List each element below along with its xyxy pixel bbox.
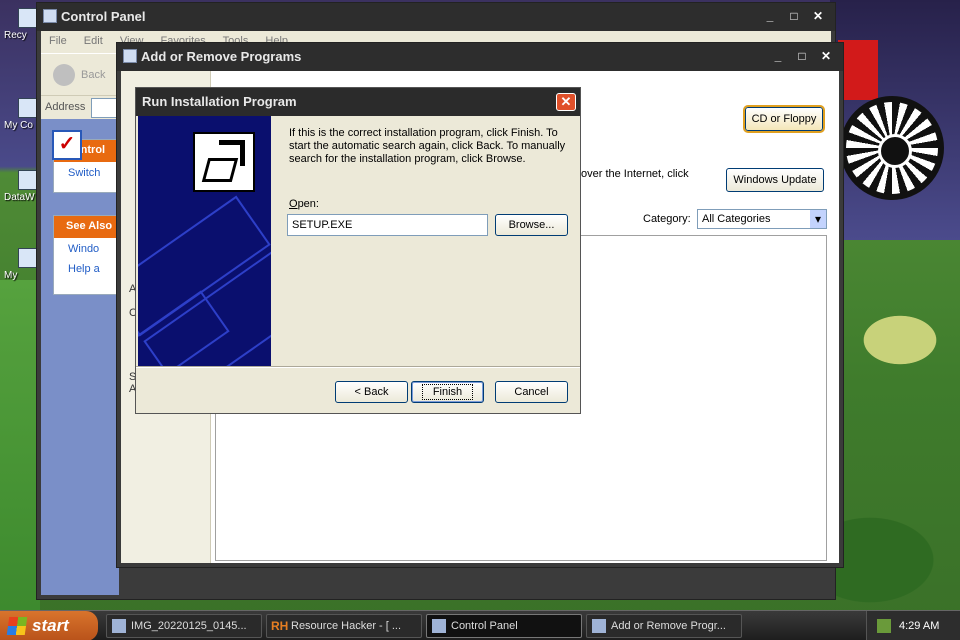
maximize-button[interactable]: □ [793, 49, 811, 65]
taskbar-item-resource-hacker[interactable]: RH Resource Hacker - [ ... [266, 614, 422, 638]
desktop-icon-my[interactable]: My [4, 248, 38, 281]
menu-file[interactable]: File [49, 35, 67, 47]
control-panel-titlebar[interactable]: Control Panel _ □ ✕ [37, 3, 835, 31]
taskbar: start IMG_20220125_0145... RH Resource Ha… [0, 610, 960, 640]
menu-edit[interactable]: Edit [84, 35, 103, 47]
taskbar-item-image[interactable]: IMG_20220125_0145... [106, 614, 262, 638]
system-tray: 4:29 AM [866, 611, 960, 640]
address-label: Address [45, 101, 86, 113]
task-sidebar: Control Switch See Also Windo Help a [41, 119, 119, 595]
control-panel-icon [432, 619, 446, 633]
back-arrow-icon [53, 64, 75, 86]
control-panel-icon [43, 9, 57, 23]
desktop-icon-my-computer[interactable]: My Co [4, 98, 38, 131]
finish-label: Finish [421, 384, 474, 400]
shortcut-icon [18, 248, 38, 268]
browse-button[interactable]: Browse... [495, 214, 568, 236]
dialog-message: If this is the correct installation prog… [289, 127, 566, 165]
category-value: All Categories [702, 213, 771, 225]
category-label: Category: [643, 213, 691, 225]
cd-or-floppy-button[interactable]: CD or Floppy [743, 105, 825, 133]
wizard-banner [138, 116, 271, 366]
desktop-icon-recycle[interactable]: Recy [4, 8, 38, 41]
close-button[interactable]: ✕ [817, 49, 835, 65]
back-button[interactable]: Back [53, 64, 105, 86]
see-also-pane: See Also Windo Help a [53, 215, 119, 295]
install-icon [193, 132, 255, 192]
start-button[interactable]: start [0, 611, 98, 640]
add-remove-titlebar[interactable]: Add or Remove Programs _ □ ✕ [117, 43, 843, 71]
windows-logo-icon [6, 617, 28, 635]
shortcut-icon [18, 170, 38, 190]
dialog-title: Run Installation Program [142, 94, 297, 109]
dialog-separator [136, 366, 580, 368]
wallpaper-ground [0, 280, 40, 610]
clock[interactable]: 4:29 AM [899, 620, 939, 632]
resource-hacker-icon: RH [271, 619, 289, 633]
taskbar-item-add-remove[interactable]: Add or Remove Progr... [586, 614, 742, 638]
help-link[interactable]: Help a [54, 258, 118, 278]
tray-icon[interactable] [877, 619, 891, 633]
add-remove-icon [123, 49, 137, 63]
image-icon [112, 619, 126, 633]
minimize-button[interactable]: _ [761, 9, 779, 25]
internet-text: over the Internet, click [581, 168, 689, 180]
windows-update-button[interactable]: Windows Update [726, 168, 824, 192]
wallpaper-red-block [838, 40, 878, 100]
run-installation-dialog: Run Installation Program ✕ If this is th… [135, 87, 581, 414]
close-button[interactable]: ✕ [556, 93, 576, 111]
window-title: Add or Remove Programs [141, 49, 302, 64]
category-select[interactable]: All Categories [697, 209, 827, 229]
add-remove-icon [592, 619, 606, 633]
minimize-button[interactable]: _ [769, 49, 787, 65]
wallpaper-wheel [840, 96, 944, 200]
maximize-button[interactable]: □ [785, 9, 803, 25]
computer-icon [18, 98, 38, 118]
see-also-title: See Also [54, 216, 118, 238]
install-arrow-shape [219, 140, 245, 166]
checklist-icon: ✓ [52, 130, 82, 160]
open-label: Open: [289, 198, 319, 210]
close-button[interactable]: ✕ [809, 9, 827, 25]
windows-update-link[interactable]: Windo [54, 238, 118, 258]
taskbar-item-control-panel[interactable]: Control Panel [426, 614, 582, 638]
window-title: Control Panel [61, 9, 146, 24]
desktop-icon-dataw[interactable]: DataW [4, 170, 38, 203]
open-label-text: pen: [297, 198, 319, 210]
dialog-titlebar[interactable]: Run Installation Program ✕ [136, 88, 580, 116]
back-button[interactable]: < Back [335, 381, 408, 403]
cancel-button[interactable]: Cancel [495, 381, 568, 403]
finish-button[interactable]: Finish [411, 381, 484, 403]
open-label-mnemonic: O [289, 198, 298, 210]
open-input[interactable] [287, 214, 488, 236]
switch-view-link[interactable]: Switch [54, 162, 118, 182]
recycle-bin-icon [18, 8, 38, 28]
